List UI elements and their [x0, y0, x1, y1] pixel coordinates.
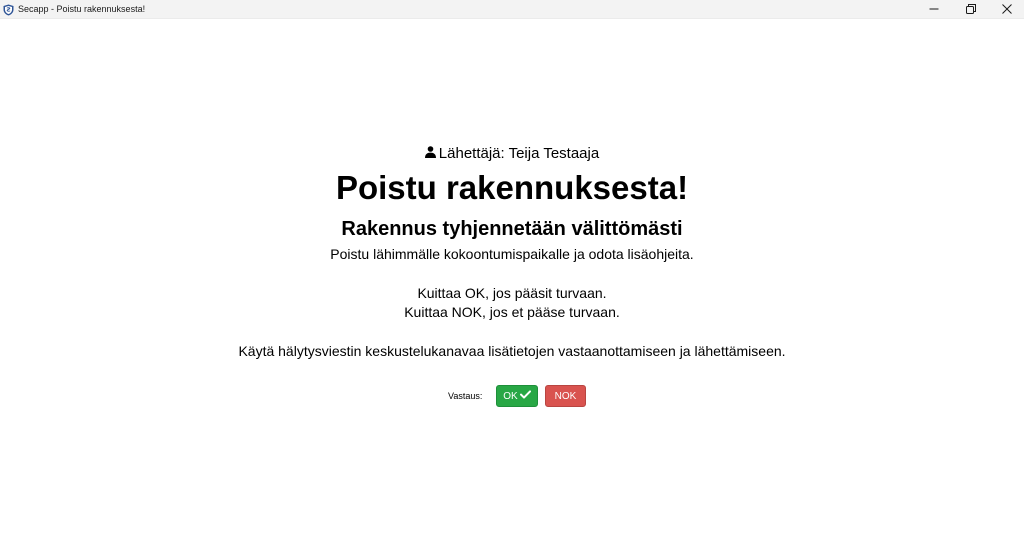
sender-row: Lähettäjä: Teija Testaaja [0, 144, 1024, 164]
title-bar[interactable]: Secapp - Poistu rakennuksesta! [0, 0, 1024, 19]
alert-subtitle: Rakennus tyhjennetään välittömästi [341, 218, 683, 240]
nok-button[interactable]: NOK [545, 385, 586, 407]
response-row: Vastaus: OK NOK [0, 385, 1024, 409]
checkmark-icon [519, 390, 531, 402]
alert-message: Lähettäjä: Teija Testaaja Poistu rakennu… [0, 19, 1024, 537]
minimize-button[interactable] [917, 0, 951, 18]
window-title: Secapp - Poistu rakennuksesta! [18, 4, 146, 14]
response-label: Vastaus: [448, 391, 483, 401]
instruction-text: Poistu lähimmälle kokoontumispaikalle ja… [330, 246, 694, 262]
alert-title: Poistu rakennuksesta! [335, 169, 689, 206]
nok-button-label: NOK [554, 390, 577, 402]
nok-instruction-text: Kuittaa NOK, jos et pääse turvaan. [404, 304, 620, 320]
chat-instruction-text: Käytä hälytysviestin keskustelukanavaa l… [238, 343, 786, 359]
app-window: Secapp - Poistu rakennuksesta! Lähettäjä… [0, 0, 1024, 537]
close-icon [1002, 4, 1012, 14]
ok-instruction-text: Kuittaa OK, jos pääsit turvaan. [417, 285, 607, 301]
minimize-icon [929, 8, 939, 10]
restore-button[interactable] [954, 0, 988, 18]
ok-button-label: OK [503, 390, 518, 402]
ok-button[interactable]: OK [496, 385, 538, 407]
shield-icon [3, 3, 14, 16]
restore-icon [966, 4, 976, 14]
user-icon [424, 144, 436, 164]
sender-label: Lähettäjä: Teija Testaaja [438, 145, 600, 162]
close-button[interactable] [990, 0, 1024, 18]
